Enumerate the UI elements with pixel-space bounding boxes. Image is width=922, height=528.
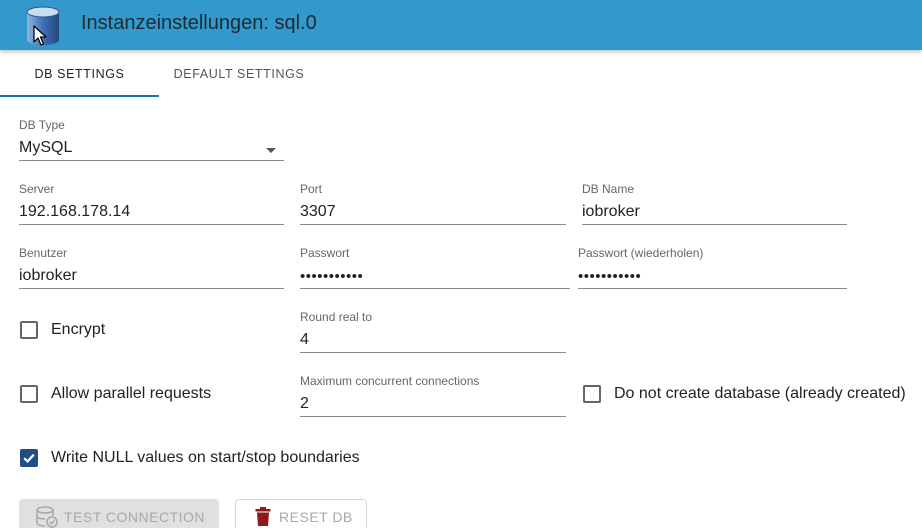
database-check-icon <box>36 506 58 528</box>
password-label: Passwort <box>300 246 350 260</box>
server-label: Server <box>19 182 55 196</box>
tab-bar: DB SETTINGS DEFAULT SETTINGS <box>0 50 922 98</box>
reset-db-button[interactable]: RESET DB <box>235 499 367 528</box>
db-name-value: iobroker <box>582 203 640 220</box>
user-label: Benutzer <box>19 246 68 260</box>
parallel-requests-checkbox[interactable]: Allow parallel requests <box>20 385 211 403</box>
db-type-select[interactable]: DB Type MySQL <box>19 118 284 166</box>
dialog-title: Instanzeinstellungen: sql.0 <box>81 12 317 34</box>
write-null-checkbox[interactable]: Write NULL values on start/stop boundari… <box>20 449 360 467</box>
password-input[interactable]: Passwort ••••••••••• <box>300 246 570 294</box>
tab-indicator <box>0 95 159 97</box>
port-label: Port <box>300 182 323 196</box>
password-repeat-input[interactable]: Passwort (wiederholen) ••••••••••• <box>578 246 847 294</box>
tab-db-settings[interactable]: DB SETTINGS <box>0 50 159 98</box>
trash-icon <box>255 507 271 526</box>
port-input[interactable]: Port 3307 <box>300 182 566 230</box>
dropdown-arrow-icon[interactable] <box>266 148 276 153</box>
server-input[interactable]: Server 192.168.178.14 <box>19 182 284 230</box>
round-real-label: Round real to <box>300 310 373 324</box>
db-name-input[interactable]: DB Name iobroker <box>582 182 847 230</box>
no-create-db-checkbox[interactable]: Do not create database (already created) <box>583 385 906 403</box>
checkbox-checked-icon[interactable] <box>20 449 38 467</box>
test-connection-label: TEST CONNECTION <box>64 509 206 525</box>
checkbox-icon[interactable] <box>20 385 38 403</box>
parallel-requests-label: Allow parallel requests <box>51 385 212 402</box>
db-type-value: MySQL <box>19 139 73 156</box>
no-create-db-label: Do not create database (already created) <box>614 385 906 402</box>
test-connection-button[interactable]: TEST CONNECTION <box>19 499 219 528</box>
port-value: 3307 <box>300 203 336 220</box>
password-repeat-label: Passwort (wiederholen) <box>578 246 704 260</box>
round-real-value: 4 <box>300 331 309 348</box>
checkbox-icon[interactable] <box>20 321 38 339</box>
user-input[interactable]: Benutzer iobroker <box>19 246 284 294</box>
reset-db-label: RESET DB <box>279 509 353 525</box>
password-repeat-value: ••••••••••• <box>578 268 642 285</box>
db-type-label: DB Type <box>19 118 65 132</box>
write-null-label: Write NULL values on start/stop boundari… <box>51 449 360 466</box>
tab-default-settings[interactable]: DEFAULT SETTINGS <box>159 50 319 98</box>
encrypt-checkbox[interactable]: Encrypt <box>20 321 105 339</box>
round-real-input[interactable]: Round real to 4 <box>300 310 566 358</box>
server-value: 192.168.178.14 <box>19 203 131 220</box>
max-connections-input[interactable]: Maximum concurrent connections 2 <box>300 374 566 422</box>
user-value: iobroker <box>19 267 77 284</box>
max-connections-label: Maximum concurrent connections <box>300 374 480 388</box>
checkbox-icon[interactable] <box>583 385 601 403</box>
mouse-cursor-icon <box>33 25 47 46</box>
max-connections-value: 2 <box>300 395 309 412</box>
password-value: ••••••••••• <box>300 268 364 285</box>
encrypt-label: Encrypt <box>51 321 106 338</box>
dialog-header: Instanzeinstellungen: sql.0 <box>0 0 922 50</box>
db-name-label: DB Name <box>582 182 635 196</box>
